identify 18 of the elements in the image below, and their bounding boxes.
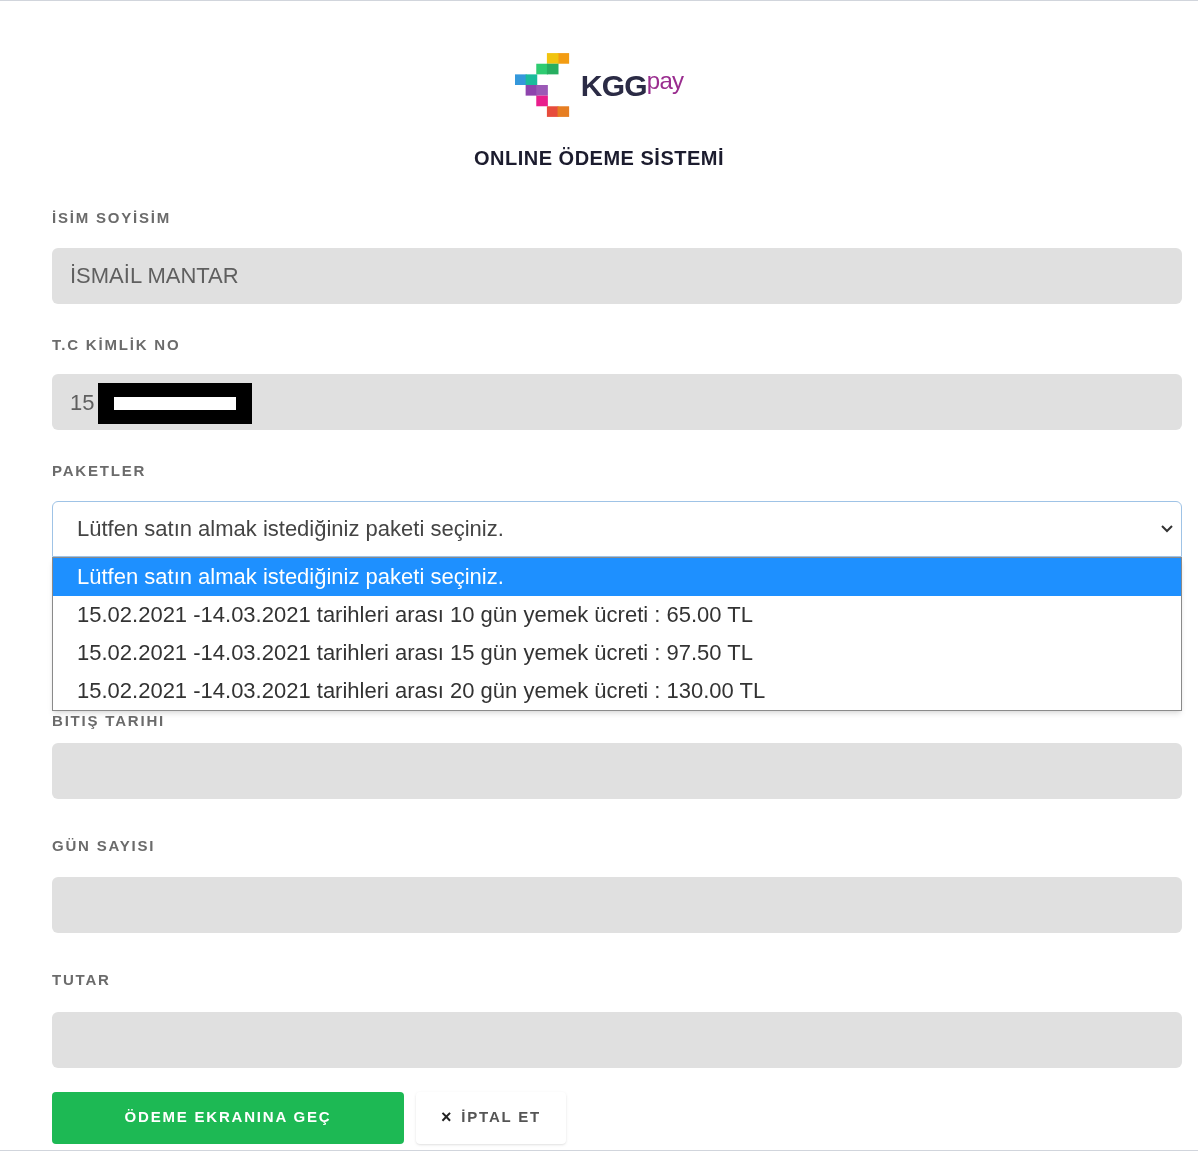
field-label: BITIŞ TARIHI [52, 712, 166, 729]
field-label: İSİM SOYİSİM [52, 208, 173, 228]
field-label: T.C KİMLİK NO [52, 334, 182, 355]
chevron-down-icon [1161, 524, 1173, 533]
input-field[interactable]: İSMAİL MANTAR [52, 247, 1182, 304]
dropdown-option[interactable]: 15.02.2021 -14.03.2021 tarihleri arası 20 gün yemek ücreti : 130.00 TL [53, 671, 1181, 710]
field-label: PAKETLER [52, 461, 148, 481]
input-field[interactable] [52, 742, 1182, 799]
input-field[interactable] [52, 1011, 1182, 1068]
field-label: GÜN SAYISI [52, 835, 157, 856]
field-label: TUTAR [52, 970, 112, 990]
input-field[interactable] [52, 877, 1182, 933]
form-title: ONLINE ÖDEME SİSTEMİ [474, 146, 724, 171]
dropdown-option[interactable]: 15.02.2021 -14.03.2021 tarihleri arası 15 gün yemek ücreti : 97.50 TL [53, 633, 1181, 672]
cancel-button[interactable]: × İPTAL ET [416, 1091, 566, 1144]
input-field[interactable]: 15 [52, 374, 1182, 430]
dropdown-option[interactable]: 15.02.2021 -14.03.2021 tarihleri arası 10 gün yemek ücreti : 65.00 TL [53, 595, 1181, 634]
package-select[interactable]: Lütfen satın almak istediğiniz paketi seçiniz. [52, 500, 1182, 557]
